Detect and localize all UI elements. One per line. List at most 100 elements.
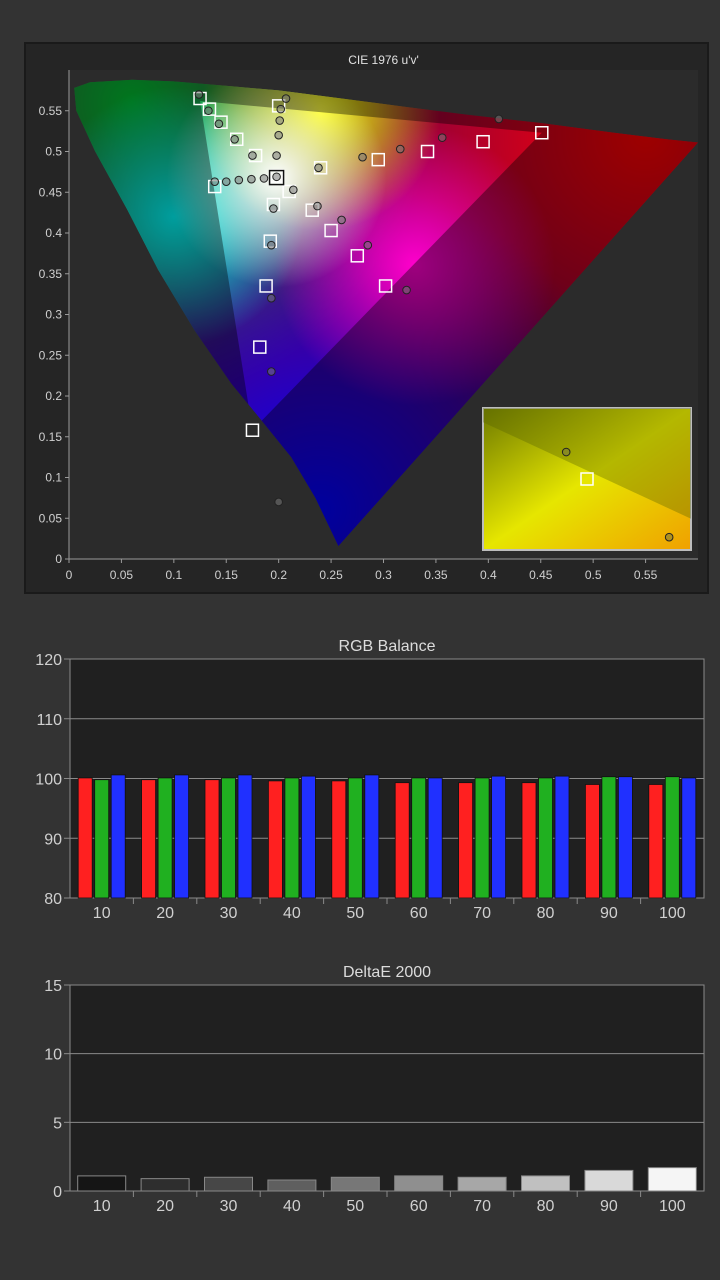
bar: [411, 777, 427, 899]
cie-chart: CIE 1976 u'v' 0 0.05 0.1 0.15 0.2 0.25 0.3 0.35 0…: [24, 42, 709, 594]
bar: [237, 774, 253, 899]
bar: [267, 780, 283, 899]
x-tick-label: 40: [283, 905, 301, 920]
x-tick-label: 100: [659, 905, 686, 920]
measured-point: [363, 240, 373, 250]
measured-point: [230, 134, 239, 144]
measured-point: [337, 215, 346, 225]
measured-point: [289, 185, 298, 195]
measured-point: [395, 144, 405, 154]
x-tick-label: 40: [283, 1198, 301, 1215]
bar: [584, 1169, 634, 1192]
deltae-chart: DeltaE 2000 0 5 10 15 10 20 30 40 50 60 70 80 90 100: [44, 964, 705, 1215]
x-tick-label: 20: [156, 1198, 174, 1215]
measured-point: [204, 106, 213, 116]
measured-point: [313, 201, 322, 211]
cie-x-tick-label: 0.15: [215, 568, 239, 582]
x-tick-label: 50: [346, 1198, 364, 1215]
calibration-report: CIE 1976 u'v' 0 0.05 0.1 0.15 0.2 0.25 0.3 0.35 0…: [0, 0, 720, 1280]
cie-x-tick-label: 0.05: [110, 568, 134, 582]
bar-plot-area: [69, 984, 705, 1192]
measured-point: [267, 240, 276, 250]
bar: [457, 1176, 507, 1192]
measured-point: [269, 204, 278, 213]
cie-y-tick-label: 0.4: [45, 226, 62, 240]
y-tick-label: 90: [44, 831, 62, 848]
cie-x-tick-label: 0.1: [165, 568, 182, 582]
cie-x-tick-label: 0.35: [424, 568, 448, 582]
cie-y-tick-label: 0.45: [39, 185, 63, 199]
measured-point: [259, 174, 269, 183]
bar: [521, 1175, 570, 1192]
x-tick-label: 60: [410, 905, 428, 920]
bar: [267, 1179, 317, 1192]
cie-x-tick-label: 0.25: [319, 568, 343, 582]
x-tick-label: 70: [473, 905, 491, 920]
bar: [300, 775, 316, 899]
bar: [601, 776, 617, 899]
bar: [94, 779, 110, 899]
measured-point: [358, 152, 367, 162]
y-tick-label: 15: [44, 978, 62, 995]
measured-point: [214, 119, 224, 129]
bar: [538, 777, 553, 899]
cie-y-tick-label: 0.35: [39, 267, 63, 281]
bar: [157, 777, 173, 899]
bar: [474, 777, 490, 899]
cie-y-tick-label: 0.2: [45, 389, 62, 403]
cie-title: CIE 1976 u'v': [348, 53, 419, 67]
x-tick-label: 80: [537, 1198, 555, 1215]
cie-y-tick-label: 0.25: [39, 348, 63, 362]
cie-y-tick-label: 0.5: [45, 145, 62, 159]
y-tick-label: 100: [35, 772, 62, 789]
x-tick-label: 90: [600, 1198, 618, 1215]
x-tick-label: 100: [659, 1198, 686, 1215]
x-tick-label: 10: [93, 905, 111, 920]
measured-point: [274, 130, 283, 140]
bar: [364, 774, 380, 899]
bar: [394, 782, 410, 899]
bar: [521, 782, 537, 899]
x-tick-label: 80: [537, 905, 555, 920]
cie-x-tick-label: 0.4: [480, 568, 497, 582]
x-tick-label: 70: [473, 1198, 491, 1215]
bar: [394, 1175, 444, 1192]
cie-x-tick-label: 0.55: [634, 568, 658, 582]
y-tick-label: 120: [35, 652, 62, 669]
bar: [204, 779, 220, 899]
x-tick-label: 60: [410, 1198, 428, 1215]
measured-point: [437, 133, 447, 142]
measured-point: [267, 367, 276, 376]
measured-point: [281, 94, 291, 103]
bar: [284, 777, 300, 899]
measured-point: [210, 177, 220, 186]
bar: [554, 775, 570, 899]
y-tick-label: 0: [53, 1184, 62, 1201]
bar: [221, 777, 236, 899]
bar: [110, 774, 126, 899]
measured-point: [494, 114, 504, 124]
y-tick-label: 110: [36, 712, 62, 729]
measured-point: [221, 177, 231, 186]
inset-measured-point: [664, 532, 674, 542]
measured-point: [272, 151, 281, 160]
measured-point: [234, 175, 244, 185]
bar: [647, 1167, 697, 1192]
x-tick-label: 50: [346, 905, 364, 920]
cie-y-tick-label: 0.15: [39, 430, 63, 444]
measured-point: [272, 172, 281, 182]
bar-chart-title: RGB Balance: [339, 638, 436, 655]
bar: [331, 780, 347, 899]
measured-point: [267, 293, 276, 303]
y-tick-label: 10: [44, 1047, 62, 1064]
cie-x-tick-label: 0.2: [270, 568, 287, 582]
measured-point: [247, 174, 256, 184]
bar: [618, 776, 633, 899]
bar: [141, 779, 157, 899]
inset-measured-point: [561, 447, 571, 457]
bar: [140, 1178, 190, 1192]
cie-x-tick-label: 0.3: [375, 568, 392, 582]
measured-point: [402, 285, 411, 295]
cie-y-tick-label: 0.05: [39, 511, 63, 525]
y-tick-label: 80: [44, 891, 62, 908]
